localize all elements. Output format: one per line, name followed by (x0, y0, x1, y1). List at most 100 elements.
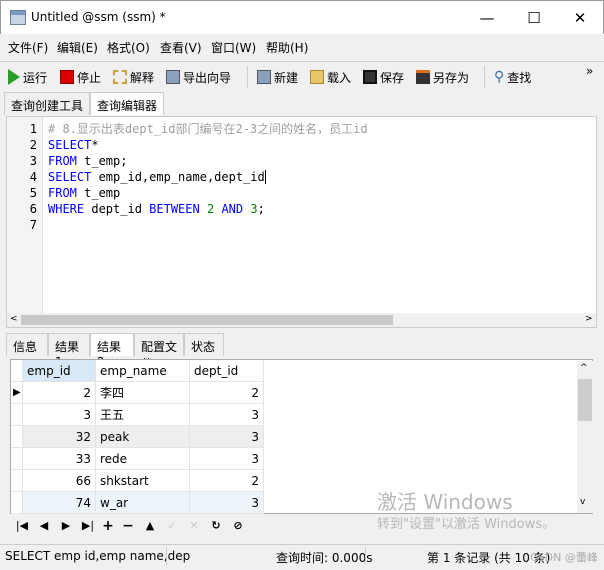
run-button[interactable]: 运行 (8, 67, 47, 87)
code-line[interactable]: FROM t_emp (48, 185, 120, 201)
menu-help[interactable]: 帮助(H) (266, 39, 308, 56)
activation-watermark-subtitle: 转到"设置"以激活 Windows。 (377, 517, 556, 532)
grid-cell-emp-name[interactable]: rede (96, 448, 190, 470)
minimize-button[interactable]: — (467, 5, 507, 31)
grid-cell-dept-id[interactable]: 2 (190, 470, 264, 492)
sql-keyword: AND (221, 202, 244, 216)
play-icon (8, 69, 20, 85)
grid-cell-emp-name[interactable]: 王五 (96, 404, 190, 426)
tab-query-builder[interactable]: 查询创建工具 (4, 92, 91, 115)
line-number: 4 (29, 170, 37, 184)
vertical-scrollbar[interactable]: ^ v (577, 361, 593, 513)
grid-cell-emp-name[interactable]: peak (96, 426, 190, 448)
stop-refresh-icon[interactable]: ⊘ (230, 518, 246, 534)
tab-query-editor[interactable]: 查询编辑器 (90, 92, 165, 115)
menu-format[interactable]: 格式(O) (107, 39, 150, 56)
close-button[interactable]: ✕ (560, 5, 600, 31)
horizontal-scrollbar[interactable]: < > (7, 313, 596, 327)
save-as-icon (416, 70, 430, 84)
menu-window[interactable]: 窗口(W) (211, 39, 256, 56)
edit-up-icon[interactable]: ▲ (142, 518, 158, 534)
row-selector[interactable]: ▶ (11, 382, 23, 404)
next-record-icon[interactable]: ▶ (58, 518, 74, 534)
scroll-right-icon[interactable]: > (585, 314, 593, 324)
editor-tabs: 查询创建工具 查询编辑器 (4, 92, 165, 115)
line-number: 3 (29, 154, 37, 168)
stop-button[interactable]: 停止 (60, 67, 101, 87)
load-label: 载入 (327, 70, 352, 85)
grid-cell-dept-id[interactable]: 3 (190, 404, 264, 426)
load-button[interactable]: 载入 (310, 67, 351, 87)
grid-cell-emp-id[interactable]: 74 (23, 492, 96, 514)
sql-editor[interactable]: 1 2 3 4 5 6 7 # 8.显示出表dept_id部门编号在2-3之间的姓名，员工i… (6, 116, 597, 328)
grid-cell-dept-id[interactable]: 3 (190, 426, 264, 448)
row-selector[interactable] (11, 470, 23, 492)
stop-label: 停止 (77, 70, 102, 85)
tab-status[interactable]: 状态 (184, 333, 224, 356)
grid-cell-emp-id[interactable]: 3 (23, 404, 96, 426)
previous-record-icon[interactable]: ◀ (36, 518, 52, 534)
last-record-icon[interactable]: ▶| (80, 518, 96, 534)
column-header-emp-id[interactable]: emp_id (23, 360, 96, 382)
export-wizard-button[interactable]: 导出向导 (166, 67, 231, 87)
menu-file[interactable]: 文件(F) (8, 39, 48, 56)
tab-result1[interactable]: 结果1 (48, 333, 90, 369)
column-header-dept-id[interactable]: dept_id (190, 360, 264, 382)
status-query-time: 查询时间: 0.000s (276, 551, 373, 565)
grid-cell-emp-name[interactable]: shkstart (96, 470, 190, 492)
scroll-up-icon[interactable]: ^ (580, 363, 588, 373)
refresh-icon[interactable]: ↻ (208, 518, 224, 534)
grid-cell-dept-id[interactable]: 3 (190, 492, 264, 514)
line-number-gutter: 1 2 3 4 5 6 7 (7, 117, 43, 313)
grid-cell-emp-id[interactable]: 33 (23, 448, 96, 470)
scrollbar-thumb[interactable] (21, 315, 393, 325)
grid-cell-emp-name[interactable]: w_ar (96, 492, 190, 514)
code-line[interactable]: # 8.显示出表dept_id部门编号在2-3之间的姓名，员工id (48, 121, 368, 137)
sql-text: t_emp (76, 186, 121, 200)
window-title: Untitled @ssm (ssm) * (31, 10, 166, 24)
sql-text: ; (257, 202, 265, 216)
grid-cell-emp-id[interactable]: 2 (23, 382, 96, 404)
grid-cell-dept-id[interactable]: 3 (190, 448, 264, 470)
scroll-left-icon[interactable]: < (10, 314, 18, 324)
save-as-button[interactable]: 另存为 (416, 67, 469, 87)
line-number: 2 (29, 138, 37, 152)
add-record-icon[interactable]: + (100, 518, 116, 534)
save-button[interactable]: 保存 (363, 67, 404, 87)
row-selector[interactable] (11, 404, 23, 426)
new-button[interactable]: 新建 (257, 67, 298, 87)
row-selector[interactable] (11, 492, 23, 514)
row-selector[interactable] (11, 448, 23, 470)
scroll-down-icon[interactable]: v (580, 497, 585, 507)
grid-cell-emp-name[interactable]: 李四 (96, 382, 190, 404)
status-bar: SELECT emp id,emp name,dep 查询时间: 0.000s … (0, 544, 604, 568)
toolbar-overflow-button[interactable]: » (586, 64, 593, 78)
menu-edit[interactable]: 编辑(E) (57, 39, 98, 56)
code-line[interactable]: SELECT emp_id,emp_name,dept_id (48, 169, 266, 185)
tab-result2[interactable]: 结果2 (90, 333, 134, 369)
delete-record-icon[interactable]: − (120, 518, 136, 534)
column-header-emp-name[interactable]: emp_name (96, 360, 190, 382)
code-line[interactable]: WHERE dept_id BETWEEN 2 AND 3; (48, 201, 265, 217)
menu-view[interactable]: 查看(V) (160, 39, 202, 56)
status-divider (365, 547, 366, 565)
first-record-icon[interactable]: |◀ (14, 518, 30, 534)
tab-profile[interactable]: 配置文件 (134, 333, 184, 371)
code-line[interactable]: SELECT* (48, 137, 99, 153)
row-selector[interactable] (11, 426, 23, 448)
find-button[interactable]: ⚲ 查找 (494, 67, 531, 87)
line-number: 1 (29, 122, 37, 136)
scrollbar-thumb[interactable] (578, 379, 592, 421)
save-icon (363, 70, 377, 84)
grid-cell-dept-id[interactable]: 2 (190, 382, 264, 404)
explain-label: 解释 (130, 70, 155, 85)
grid-cell-emp-id[interactable]: 66 (23, 470, 96, 492)
explain-button[interactable]: 解释 (113, 67, 154, 87)
grid-cell-emp-id[interactable]: 32 (23, 426, 96, 448)
toolbar-separator (247, 66, 248, 88)
discard-icon: ✕ (189, 519, 199, 532)
code-line[interactable]: FROM t_emp; (48, 153, 127, 169)
maximize-button[interactable]: ☐ (514, 5, 554, 31)
tab-info[interactable]: 信息 (6, 333, 48, 356)
